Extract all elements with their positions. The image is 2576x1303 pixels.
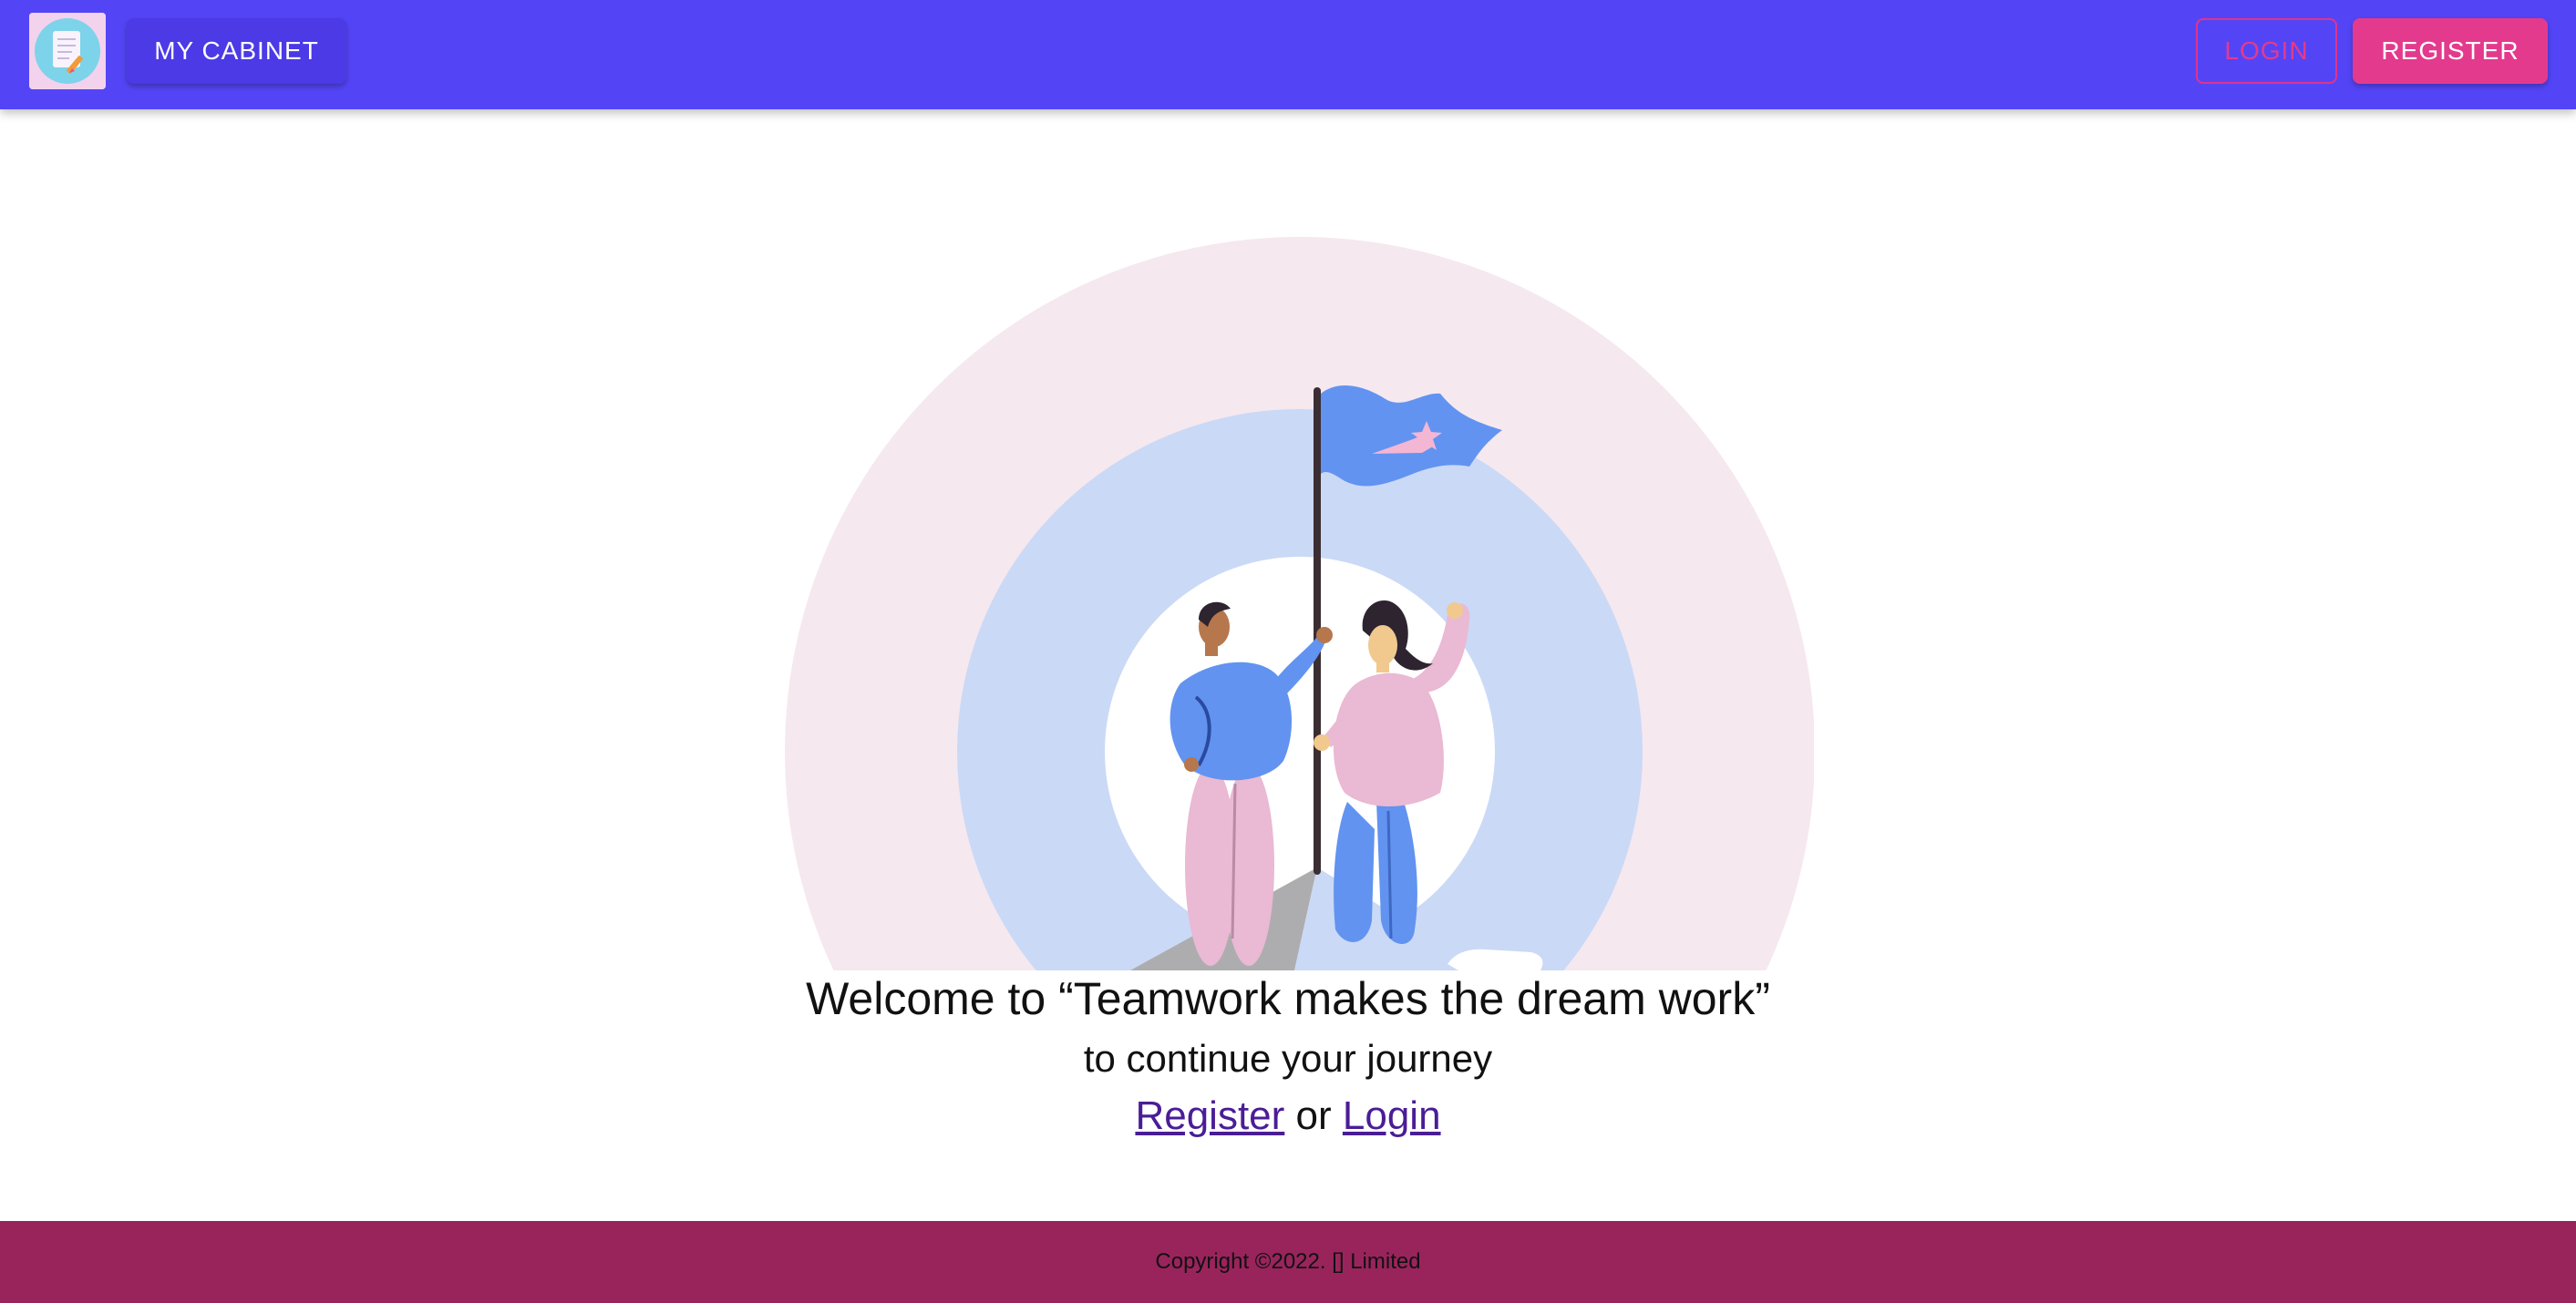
copyright-text: Copyright ©2022. [] Limited [1155, 1249, 1421, 1274]
footer: Copyright ©2022. [] Limited [0, 1221, 2576, 1303]
hero-illustration [784, 228, 1814, 970]
app-bar: MY CABINET LOGIN REGISTER [0, 0, 2576, 109]
welcome-subtitle: to continue your journey [1083, 1037, 1493, 1080]
auth-links: Register or Login [0, 1090, 2576, 1143]
logo[interactable] [29, 13, 106, 89]
register-button[interactable]: REGISTER [2353, 18, 2548, 84]
welcome-heading: Welcome to “Teamwork makes the dream wor… [806, 973, 1770, 1024]
login-button[interactable]: LOGIN [2196, 18, 2337, 84]
or-text: or [1284, 1093, 1343, 1138]
notepad-pencil-icon [29, 13, 106, 89]
register-link[interactable]: Register [1135, 1093, 1284, 1138]
my-cabinet-button[interactable]: MY CABINET [127, 18, 346, 84]
login-link[interactable]: Login [1343, 1093, 1441, 1138]
